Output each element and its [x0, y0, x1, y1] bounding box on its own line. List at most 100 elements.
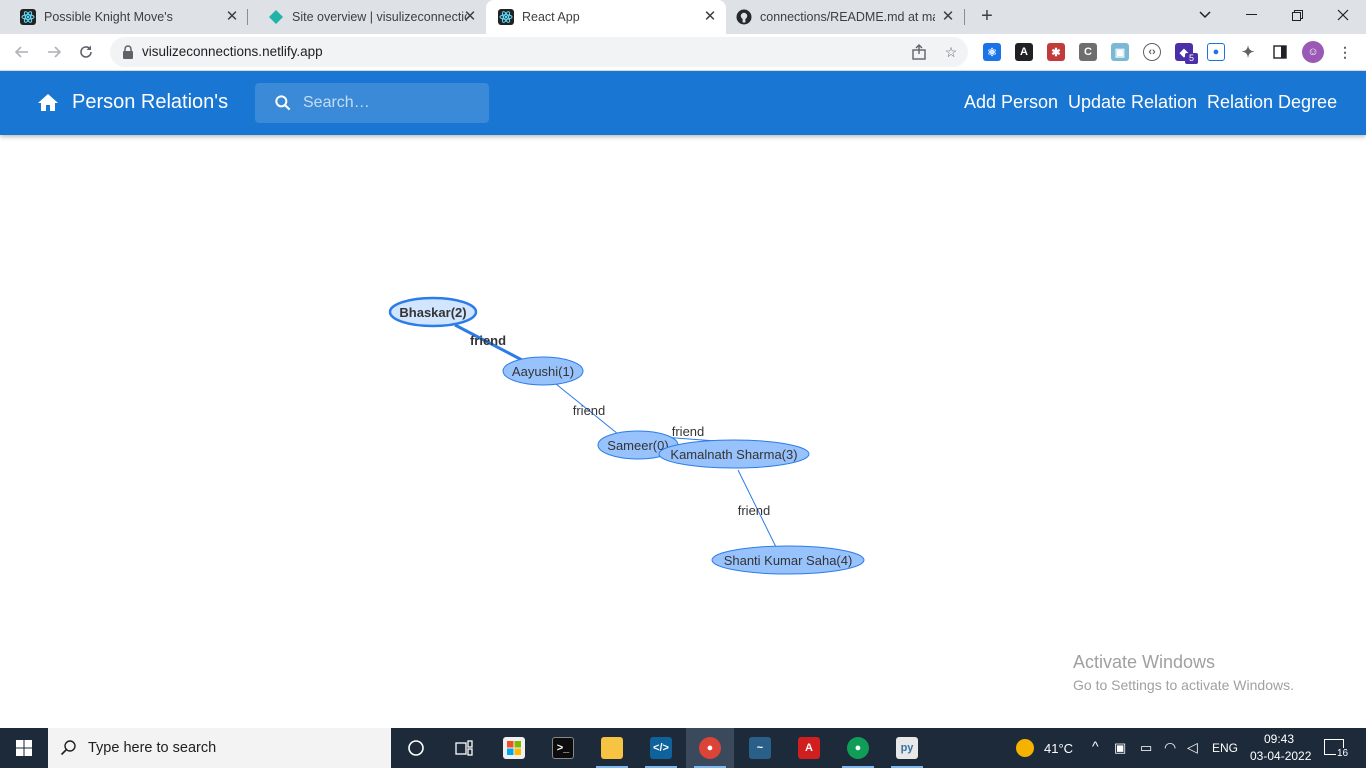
clock-time[interactable]: 09:43: [1264, 732, 1294, 746]
store-icon: [503, 737, 525, 759]
cortana-button[interactable]: [392, 728, 440, 768]
back-arrow-icon[interactable]: [10, 40, 34, 64]
taskbar-acrobat-app[interactable]: A: [785, 728, 833, 768]
search-icon: [275, 95, 291, 111]
browser-tab-react-app[interactable]: React App ✕: [486, 0, 726, 34]
minimize-button[interactable]: [1228, 0, 1274, 30]
taskbar-store-app[interactable]: [490, 728, 538, 768]
reload-icon[interactable]: [74, 40, 98, 64]
react-devtools-extension-icon[interactable]: ⚛: [983, 43, 1001, 61]
close-icon[interactable]: ✕: [462, 9, 478, 25]
profile-avatar[interactable]: ☺: [1302, 41, 1324, 63]
taskbar-terminal-app[interactable]: >_: [539, 728, 587, 768]
home-icon[interactable]: [36, 91, 60, 115]
taskbar-search-text: Type here to search: [88, 740, 217, 756]
lock-icon: [123, 45, 133, 59]
url-text: visulizeconnections.netlify.app: [142, 44, 323, 59]
relation-degree-link[interactable]: Relation Degree: [1207, 92, 1337, 113]
mysql-workbench-icon: ~: [749, 737, 771, 759]
browser-tab-github-readme[interactable]: connections/README.md at master ✕: [726, 0, 964, 34]
c-extension-icon[interactable]: C: [1079, 43, 1097, 61]
battery-icon[interactable]: ▭: [1140, 740, 1152, 756]
taskbar-chrome-profile-app[interactable]: ●: [686, 728, 734, 768]
cortana-circle-icon: [408, 740, 424, 756]
puzzle-extensions-icon[interactable]: ✦: [1239, 43, 1257, 61]
node-label: Aayushi(1): [512, 364, 574, 379]
side-panel-icon[interactable]: [1271, 43, 1289, 61]
activate-windows-title: Activate Windows: [1073, 652, 1216, 672]
taskbar-search-box[interactable]: Type here to search: [48, 728, 391, 768]
input-language[interactable]: ENG: [1212, 741, 1238, 755]
clock-date[interactable]: 03-04-2022: [1250, 749, 1311, 763]
search-input[interactable]: [303, 83, 483, 123]
show-hidden-icons-chevron-icon[interactable]: ^: [1092, 738, 1099, 754]
network-adapter-icon[interactable]: ▣: [1114, 740, 1126, 756]
react-icon: [498, 9, 514, 25]
close-icon[interactable]: ✕: [224, 9, 240, 25]
edge-label: friend: [470, 333, 506, 348]
taskbar-chrome-app[interactable]: ●: [834, 728, 882, 768]
taskbar-file-explorer-app[interactable]: [588, 728, 636, 768]
vscode-icon: </>: [650, 737, 672, 759]
node-label: Bhaskar(2): [399, 305, 466, 320]
weather-sun-icon[interactable]: [1016, 739, 1034, 757]
tab-title: Site overview | visulizeconnections: [292, 10, 467, 24]
activate-windows-subtitle: Go to Settings to activate Windows.: [1073, 677, 1294, 693]
tab-divider: [964, 9, 965, 25]
tab-search-chevron-icon[interactable]: [1182, 0, 1228, 30]
wifi-icon[interactable]: ◠: [1164, 739, 1176, 756]
weather-temperature[interactable]: 41°C: [1044, 741, 1073, 756]
address-bar[interactable]: visulizeconnections.netlify.app ☆: [110, 37, 968, 67]
task-view-icon: [455, 740, 473, 756]
folder-icon: [601, 737, 623, 759]
share-icon[interactable]: [910, 43, 928, 61]
more-menu-icon[interactable]: ⋮: [1336, 43, 1354, 61]
node-label: Shanti Kumar Saha(4): [724, 553, 853, 568]
taskbar-vscode-app[interactable]: </>: [637, 728, 685, 768]
app-title[interactable]: Person Relation's: [72, 91, 228, 114]
browser-toolbar: visulizeconnections.netlify.app ☆ ⚛ A ✱ …: [0, 34, 1366, 71]
close-icon[interactable]: ✕: [702, 9, 718, 25]
windows-logo-icon: [16, 740, 32, 756]
search-icon: [60, 740, 76, 756]
chrome-icon: ●: [847, 737, 869, 759]
update-relation-link[interactable]: Update Relation: [1068, 92, 1197, 113]
new-tab-button[interactable]: +: [976, 6, 998, 28]
react-icon: [20, 9, 36, 25]
graph-node[interactable]: Aayushi(1): [502, 356, 584, 386]
restore-button[interactable]: [1274, 0, 1320, 30]
notification-count: 16: [1336, 748, 1350, 759]
browser-tab-knight-move[interactable]: Possible Knight Move's ✕: [0, 0, 248, 34]
tab-title: Possible Knight Move's: [44, 10, 173, 24]
taskbar-python-app[interactable]: py: [883, 728, 931, 768]
windows-taskbar: Type here to search >_ </> ● ~ A ● py 41…: [0, 728, 1366, 768]
graph-node[interactable]: Shanti Kumar Saha(4): [711, 545, 865, 575]
browser-tab-strip: Possible Knight Move's ✕ Site overview |…: [0, 0, 1366, 34]
edge-label: friend: [573, 403, 606, 418]
taskbar-mysql-app[interactable]: ~: [736, 728, 784, 768]
forward-arrow-icon[interactable]: [42, 40, 66, 64]
bug-extension-icon[interactable]: ✱: [1047, 43, 1065, 61]
bookmark-star-icon[interactable]: ☆: [942, 43, 960, 61]
relation-graph[interactable]: friend friend friend friend Bhaskar(2) A…: [0, 135, 1366, 728]
browser-tab-site-overview[interactable]: Site overview | visulizeconnections ✕: [248, 0, 486, 34]
start-button[interactable]: [0, 728, 48, 768]
graph-canvas[interactable]: friend friend friend friend Bhaskar(2) A…: [0, 135, 1366, 728]
tab-title: React App: [522, 10, 580, 24]
search-box[interactable]: [255, 83, 489, 123]
add-person-link[interactable]: Add Person: [964, 92, 1058, 113]
angular-extension-icon[interactable]: A: [1015, 43, 1033, 61]
graph-node[interactable]: Bhaskar(2): [388, 296, 478, 328]
screen-capture-extension-icon[interactable]: ●: [1207, 43, 1225, 61]
image-extension-icon[interactable]: ▣: [1111, 43, 1129, 61]
close-icon[interactable]: ✕: [940, 9, 956, 25]
graph-node[interactable]: Kamalnath Sharma(3): [658, 439, 810, 469]
pdf-icon: A: [798, 737, 820, 759]
close-window-button[interactable]: [1320, 0, 1366, 30]
code-extension-icon[interactable]: ‹›: [1143, 43, 1161, 61]
task-view-button[interactable]: [440, 728, 488, 768]
terminal-icon: >_: [552, 737, 574, 759]
volume-icon[interactable]: ◁: [1187, 739, 1198, 756]
edge-label: friend: [738, 503, 771, 518]
edge-label: friend: [672, 424, 705, 439]
